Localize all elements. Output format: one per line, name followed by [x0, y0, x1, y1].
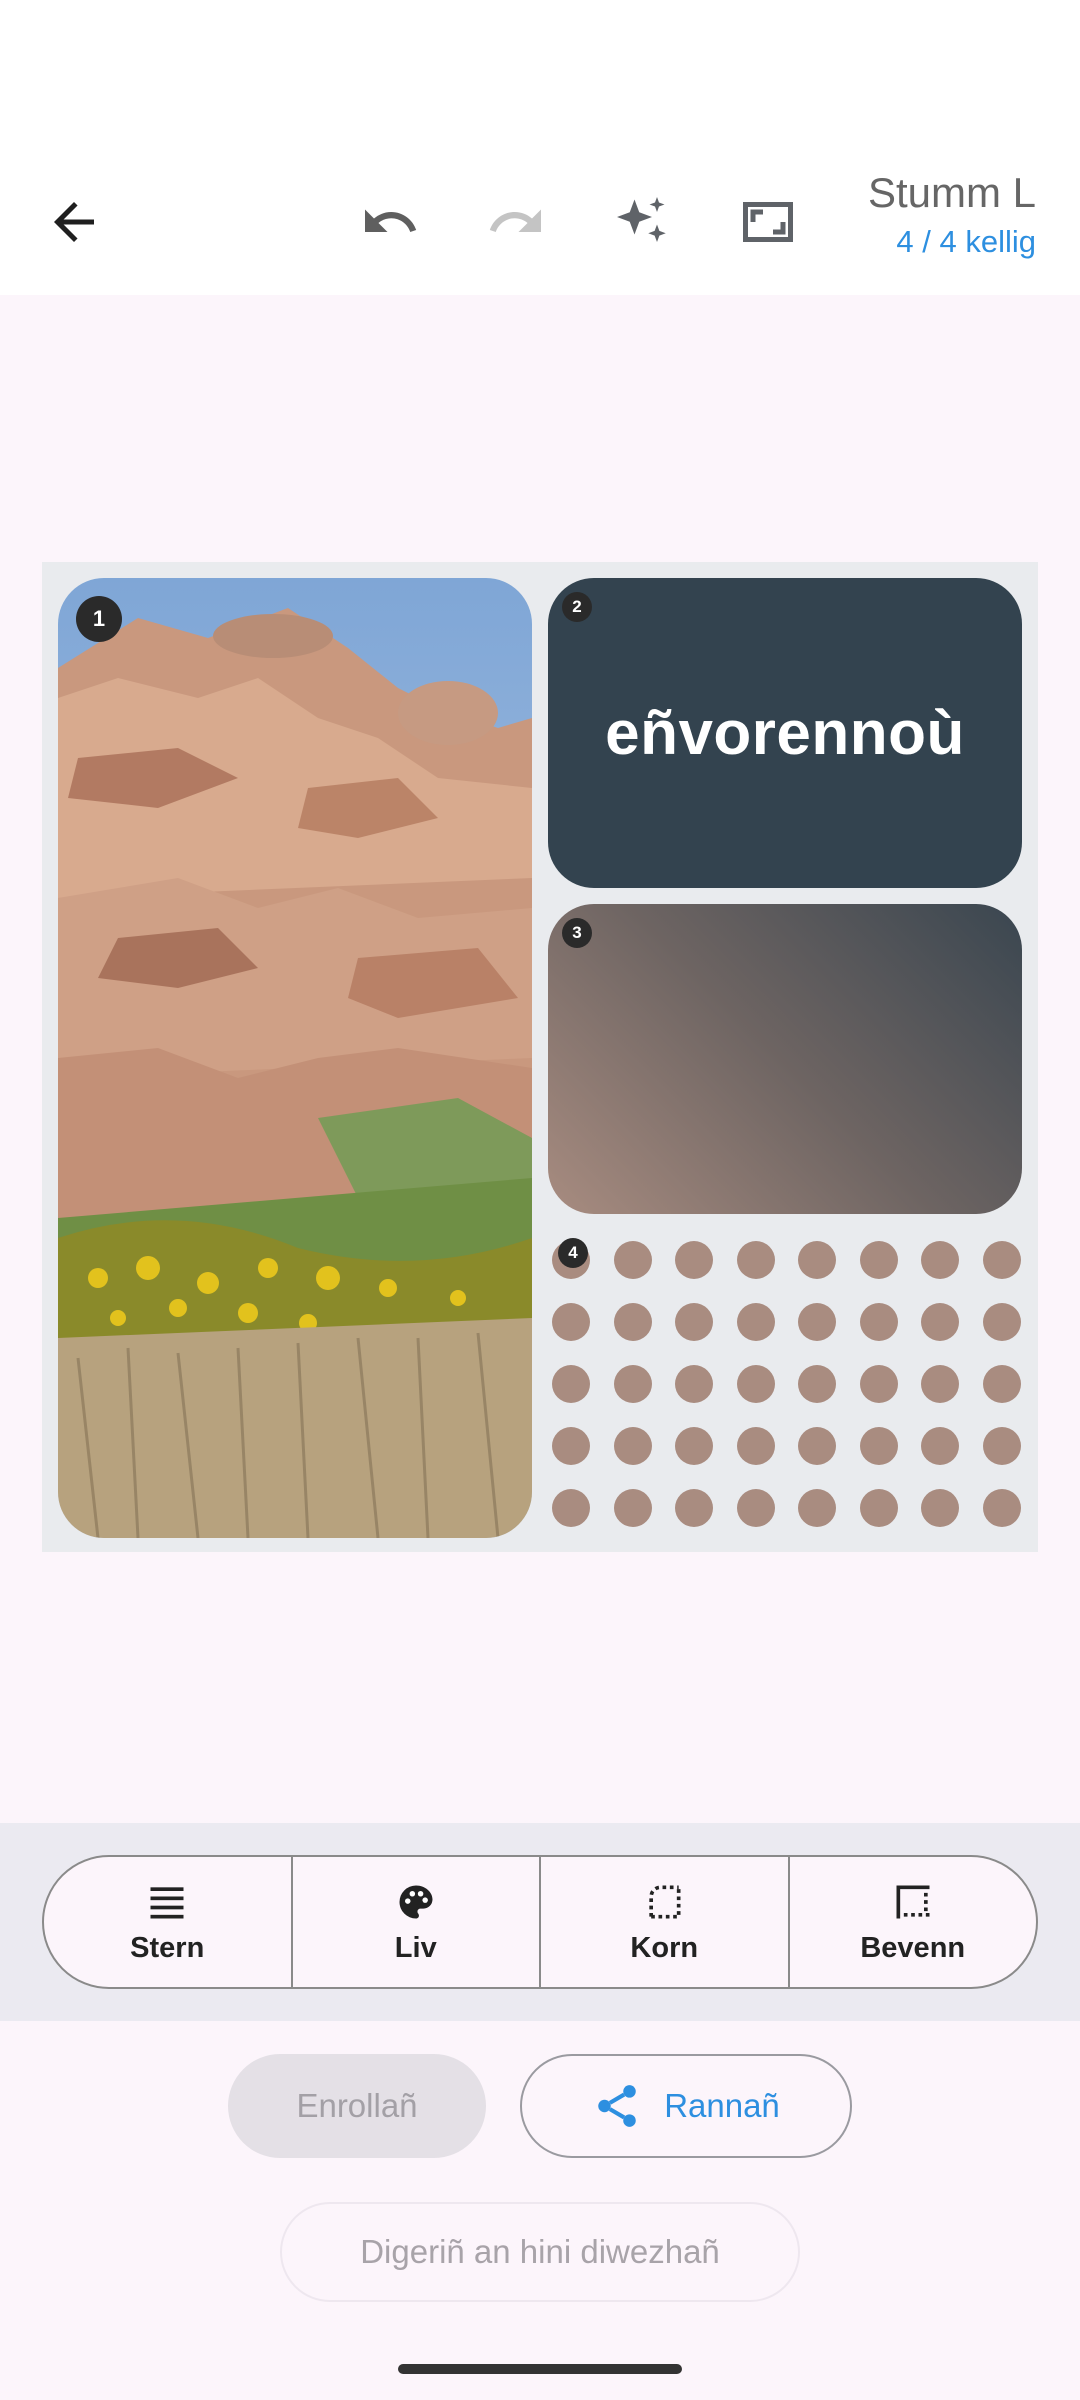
tool-label: Bevenn — [860, 1931, 966, 1964]
pattern-dot — [552, 1427, 590, 1465]
tool-label: Korn — [630, 1931, 699, 1964]
tool-border-button[interactable]: Bevenn — [790, 1857, 1037, 1987]
pattern-dot — [675, 1427, 713, 1465]
share-label: Rannañ — [664, 2087, 780, 2124]
editor-canvas: 1 2 eñvorennoù 3 4 — [0, 295, 1080, 1823]
redo-icon — [489, 209, 541, 232]
status-bar-area — [0, 0, 1080, 150]
pattern-dot — [859, 1427, 898, 1465]
fit-screen-button[interactable] — [720, 174, 816, 270]
undo-button[interactable] — [342, 174, 438, 270]
tool-label: Stern — [130, 1931, 205, 1964]
pattern-dot — [859, 1241, 898, 1279]
pattern-dot — [798, 1489, 836, 1527]
pattern-dot — [613, 1489, 652, 1527]
pattern-dot — [798, 1303, 836, 1341]
rocky-coast-photo — [58, 578, 532, 1538]
tool-layout-button[interactable]: Stern — [44, 1857, 293, 1987]
collage: 1 2 eñvorennoù 3 4 — [42, 562, 1038, 1552]
pattern-dot — [798, 1365, 836, 1403]
pattern-dot — [552, 1365, 590, 1403]
share-icon — [598, 2085, 636, 2127]
pattern-dot — [921, 1303, 959, 1341]
collage-cell-pattern[interactable]: 4 — [548, 1230, 1022, 1538]
pattern-dot — [736, 1303, 775, 1341]
action-row: Enrollañ Rannañ — [0, 2054, 1080, 2158]
auto-enhance-button[interactable] — [594, 174, 690, 270]
pattern-dot — [675, 1303, 713, 1341]
pattern-dot — [613, 1241, 652, 1279]
share-button[interactable]: Rannañ — [520, 2054, 852, 2158]
pattern-dot — [921, 1241, 959, 1279]
pattern-dot — [736, 1365, 775, 1403]
pattern-dot — [552, 1303, 590, 1341]
pattern-dot — [982, 1303, 1021, 1341]
undo-icon — [365, 209, 417, 232]
tool-label: Liv — [394, 1931, 437, 1964]
pattern-dot — [982, 1365, 1021, 1403]
pattern-dot — [675, 1489, 713, 1527]
pattern-dot — [736, 1489, 775, 1527]
pattern-dot — [613, 1365, 652, 1403]
pattern-dot — [982, 1489, 1021, 1527]
pattern-dot — [921, 1427, 959, 1465]
tool-corner-button[interactable]: Korn — [541, 1857, 790, 1987]
sparkle-icon — [617, 197, 666, 242]
tool-segmented-control: Stern Liv Korn Bevenn — [42, 1855, 1038, 1989]
pattern-dot — [675, 1365, 713, 1403]
save-button[interactable]: Enrollañ — [228, 2054, 486, 2158]
pattern-dot — [798, 1427, 836, 1465]
pattern-dot — [982, 1241, 1021, 1279]
tools-panel: Stern Liv Korn Bevenn — [0, 1823, 1080, 2021]
layout-icon — [150, 1886, 184, 1918]
pattern-dot — [982, 1427, 1021, 1465]
aspect-ratio-icon — [743, 202, 793, 242]
back-button[interactable] — [26, 174, 122, 270]
pattern-dot — [859, 1489, 898, 1527]
border-icon — [896, 1885, 930, 1918]
home-indicator[interactable] — [398, 2364, 682, 2374]
pattern-dot — [736, 1241, 775, 1279]
collage-cell-gradient[interactable]: 3 — [548, 904, 1022, 1214]
pattern-dot — [798, 1241, 836, 1279]
pattern-dot — [613, 1427, 652, 1465]
collage-cell-text[interactable]: 2 eñvorennoù — [548, 578, 1022, 888]
pattern-dot — [675, 1241, 713, 1279]
collage-cell-photo[interactable]: 1 — [58, 578, 532, 1538]
pattern-dot — [736, 1427, 775, 1465]
pattern-dot — [921, 1489, 959, 1527]
top-toolbar: Stumm L 4 / 4 kellig — [0, 150, 1080, 295]
cell-badge: 2 — [562, 592, 592, 622]
tool-color-button[interactable]: Liv — [293, 1857, 541, 1987]
pattern-dot — [921, 1365, 959, 1403]
cell-badge: 3 — [562, 918, 592, 948]
palette-icon — [399, 1885, 433, 1918]
open-latest-button[interactable]: Digeriñ an hini diwezhañ — [280, 2202, 800, 2302]
cell-badge: 4 — [558, 1238, 588, 1268]
layout-title-block[interactable]: Stumm L 4 / 4 kellig — [868, 166, 1036, 264]
arrow-back-icon — [54, 202, 94, 242]
pattern-dot — [859, 1303, 898, 1341]
pattern-dot — [613, 1303, 652, 1341]
cell-caption: eñvorennoù — [605, 698, 965, 768]
cell-count: 4 / 4 kellig — [896, 224, 1036, 259]
pattern-dot — [859, 1365, 898, 1403]
pattern-dot — [552, 1489, 590, 1527]
redo-button[interactable] — [468, 174, 564, 270]
corner-icon — [649, 1885, 681, 1918]
cell-badge: 1 — [76, 596, 122, 642]
layout-name: Stumm L — [867, 169, 1036, 216]
